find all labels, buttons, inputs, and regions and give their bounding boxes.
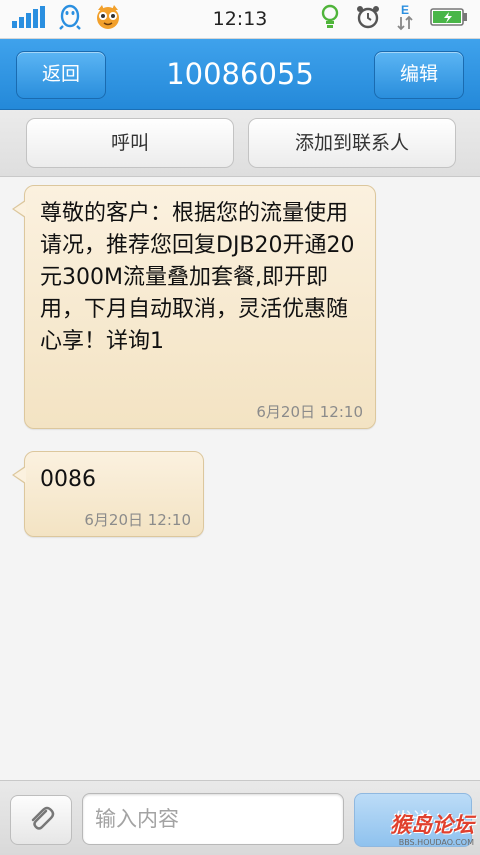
message-timestamp: 6月20日 12:10 <box>84 511 191 529</box>
alarm-clock-icon <box>356 5 380 33</box>
title-bar: 返回 10086055 编辑 <box>0 39 480 110</box>
watermark-url: BBS.HOUDAO.COM <box>398 838 474 847</box>
battery-icon <box>430 7 468 31</box>
status-bar: 12:13 E <box>0 0 480 39</box>
action-bar: 呼叫 添加到联系人 <box>0 110 480 177</box>
add-to-contacts-button[interactable]: 添加到联系人 <box>248 118 456 168</box>
data-transfer-icon: E <box>396 3 414 35</box>
watermark-logo: 猴岛论坛 BBS.HOUDAO.COM <box>382 812 480 852</box>
call-button[interactable]: 呼叫 <box>26 118 234 168</box>
message-input[interactable] <box>82 793 344 845</box>
message-bubble[interactable]: 0086 6月20日 12:10 <box>12 451 204 537</box>
paperclip-icon <box>26 803 56 837</box>
attach-button[interactable] <box>10 795 72 845</box>
message-timestamp: 6月20日 12:10 <box>256 403 363 421</box>
message-text: 尊敬的客户：根据您的流量使用请况，推荐您回复DJB20开通20元300M流量叠加… <box>40 201 355 354</box>
watermark-text: 猴岛论坛 <box>390 813 474 837</box>
message-bubble[interactable]: 尊敬的客户：根据您的流量使用请况，推荐您回复DJB20开通20元300M流量叠加… <box>12 185 376 429</box>
status-right-icons: E <box>320 3 468 35</box>
page-title: 10086055 <box>166 57 314 91</box>
lightbulb-icon <box>320 4 340 34</box>
network-type-label: E <box>401 3 409 17</box>
message-text: 0086 <box>40 467 96 492</box>
back-button[interactable]: 返回 <box>16 51 106 99</box>
edit-button[interactable]: 编辑 <box>374 51 464 99</box>
